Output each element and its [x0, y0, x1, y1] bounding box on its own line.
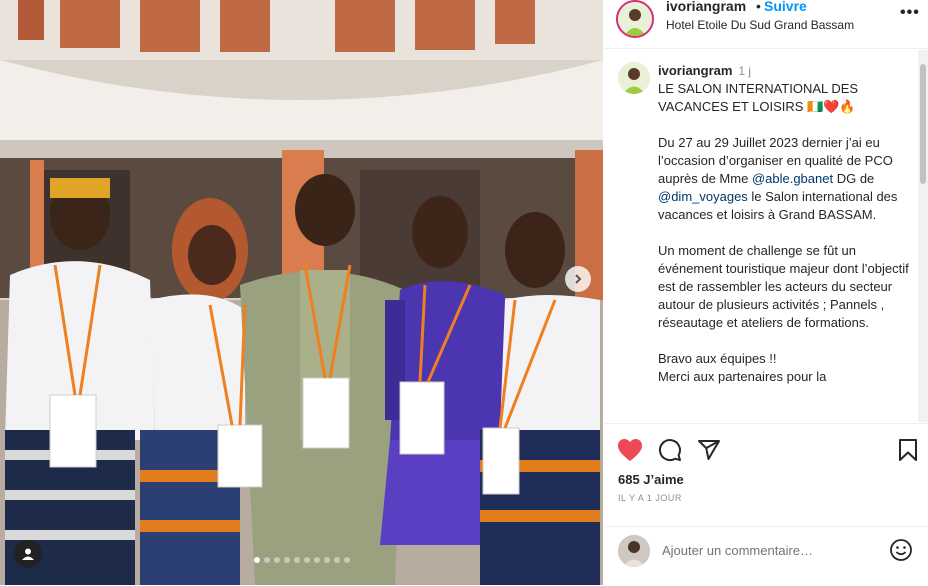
emoji-button[interactable]: [888, 537, 914, 563]
viewer-avatar: [618, 535, 650, 567]
viewer-avatar-image: [618, 535, 650, 567]
bookmark-icon: [899, 439, 917, 461]
caption-line-1: LE SALON INTERNATIONAL DES VACANCES ET L…: [658, 81, 862, 114]
carousel-dot: [323, 557, 330, 563]
carousel-dot: [303, 557, 310, 563]
carousel-dot: [273, 557, 280, 563]
mention-dim-voyages[interactable]: @dim_voyages: [658, 189, 748, 204]
carousel-dot: [283, 557, 290, 563]
like-count[interactable]: 685 J’aime: [618, 472, 684, 487]
caption-para-4: Bravo aux équipes !! Merci aux partenair…: [658, 351, 827, 384]
comment-button[interactable]: [657, 437, 683, 463]
author-username[interactable]: ivoriangram: [666, 0, 746, 14]
share-button[interactable]: [696, 437, 722, 463]
carousel-dot: [333, 557, 340, 563]
send-icon: [698, 440, 720, 460]
caption-para-3: Un moment de challenge se fût un événeme…: [658, 243, 913, 330]
carousel-dot: [253, 557, 260, 563]
mention-able-gbanet[interactable]: @able.gbanet: [752, 171, 833, 186]
caption-time: 1 j: [738, 64, 752, 78]
carousel-dot: [263, 557, 270, 563]
carousel-indicator: [0, 557, 603, 563]
follow-button[interactable]: Suivre: [764, 0, 807, 14]
caption-avatar-image: [618, 62, 650, 94]
carousel-dot: [343, 557, 350, 563]
save-button[interactable]: [895, 437, 921, 463]
comment-icon: [658, 439, 681, 462]
caption-text: ivoriangram 1 j LE SALON INTERNATIONAL DE…: [658, 62, 910, 386]
heart-filled-icon: [618, 439, 642, 461]
add-comment-bar: [604, 526, 928, 586]
scrollbar-thumb[interactable]: [920, 64, 926, 184]
location-link[interactable]: Hotel Etoile Du Sud Grand Bassam: [666, 18, 854, 32]
next-slide-button[interactable]: [565, 266, 591, 292]
caption-section: ivoriangram 1 j LE SALON INTERNATIONAL DE…: [604, 50, 917, 422]
action-bar: 685 J’aime IL Y A 1 JOUR: [604, 423, 928, 524]
tagged-users-button[interactable]: [14, 540, 42, 568]
more-options-icon[interactable]: •••: [900, 4, 920, 22]
comment-input[interactable]: [662, 538, 874, 562]
emoji-icon: [890, 539, 912, 561]
author-avatar[interactable]: [616, 0, 654, 38]
post-date[interactable]: IL Y A 1 JOUR: [618, 493, 682, 503]
chevron-right-icon: [575, 274, 582, 284]
author-avatar-image: [618, 2, 652, 36]
caption-para-2-b: DG de: [833, 171, 878, 186]
caption-username[interactable]: ivoriangram: [658, 63, 732, 78]
carousel-dot: [313, 557, 320, 563]
caption-avatar[interactable]: [618, 62, 650, 94]
caption-scrollbar[interactable]: [918, 50, 928, 422]
post-photo[interactable]: [0, 0, 603, 585]
header-separator: •: [756, 0, 761, 14]
like-button[interactable]: [616, 436, 644, 464]
carousel-dot: [293, 557, 300, 563]
post-header: ivoriangram • Suivre Hotel Etoile Du Sud…: [604, 0, 928, 49]
photo-illustration: [0, 0, 603, 585]
